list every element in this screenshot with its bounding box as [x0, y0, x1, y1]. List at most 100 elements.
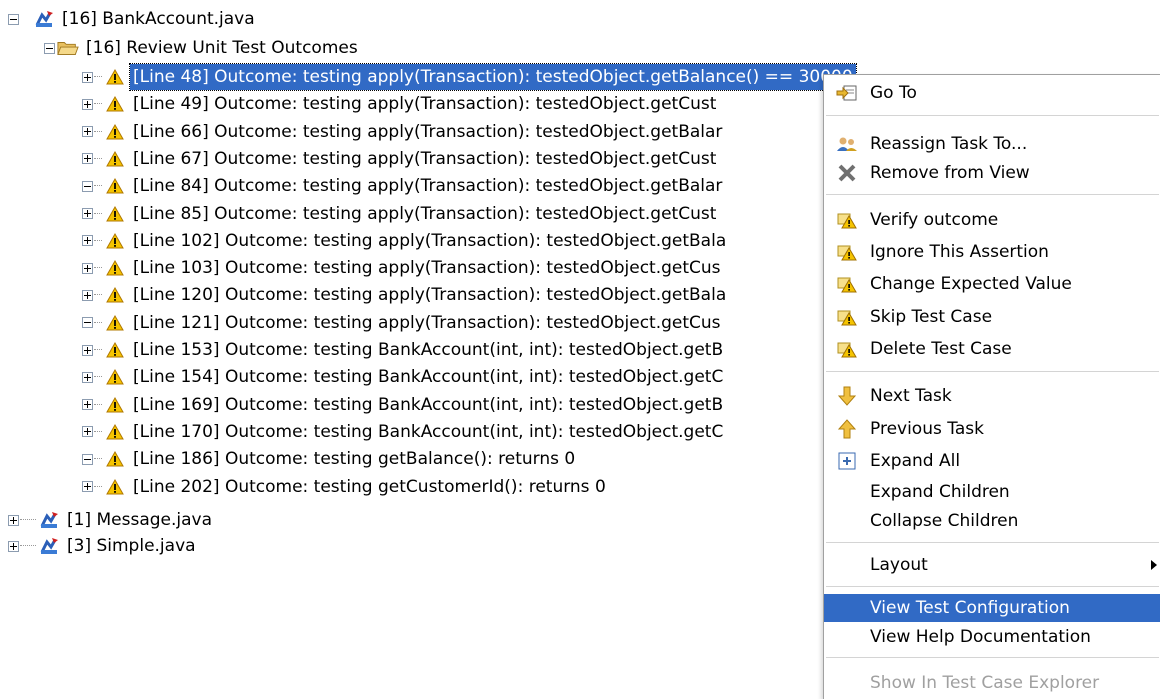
expand-toggle-icon[interactable] — [82, 98, 93, 110]
collapse-toggle-icon[interactable] — [8, 13, 19, 25]
task-item-row[interactable]: [Line 48] Outcome: testing apply(Transac… — [82, 63, 857, 91]
expand-toggle-icon[interactable] — [82, 371, 93, 383]
task-item-row[interactable]: [Line 66] Outcome: testing apply(Transac… — [82, 119, 725, 145]
task-item-row[interactable]: [Line 84] Outcome: testing apply(Transac… — [82, 173, 725, 199]
expand-toggle-icon[interactable] — [82, 399, 93, 411]
collapse-toggle-icon[interactable] — [44, 42, 55, 54]
task-item-label: [Line 202] Outcome: testing getCustomerI… — [133, 476, 606, 497]
task-item-label: [Line 121] Outcome: testing apply(Transa… — [133, 312, 721, 333]
task-item-label: [Line 153] Outcome: testing BankAccount(… — [133, 340, 724, 360]
task-item-label: [Line 84] Outcome: testing apply(Transac… — [133, 176, 723, 197]
task-item-row[interactable]: [Line 186] Outcome: testing getBalance()… — [82, 446, 578, 472]
task-item-label: [Line 102] Outcome: testing apply(Transa… — [133, 230, 727, 251]
menu-item-skip-test-case[interactable]: Skip Test Case — [824, 303, 1160, 331]
menu-item-change-expected-value[interactable]: Change Expected Value — [824, 270, 1160, 298]
tree-row-file[interactable]: [1] Message.java — [8, 507, 215, 533]
java-file-icon — [38, 510, 60, 530]
remove-icon — [836, 163, 858, 183]
expand-toggle-icon[interactable] — [82, 289, 93, 301]
warning-icon — [104, 231, 126, 251]
expand-toggle-icon[interactable] — [82, 180, 93, 192]
task-item-label: [Line 170] Outcome: testing BankAccount(… — [133, 421, 724, 442]
task-item-row[interactable]: [Line 102] Outcome: testing apply(Transa… — [82, 228, 729, 254]
menu-item-delete-test-case[interactable]: Delete Test Case — [824, 335, 1160, 363]
warning-icon — [104, 449, 126, 469]
task-item-label: [Line 169] Outcome: testing BankAccount(… — [133, 394, 724, 415]
expand-toggle-icon[interactable] — [82, 262, 93, 274]
arrow-down-icon — [836, 386, 858, 406]
warning-icon — [104, 204, 126, 224]
tree-group-label: [16] Review Unit Test Outcomes — [86, 38, 358, 58]
menu-item-go-to[interactable]: Go To — [824, 79, 1160, 107]
menu-item-view-help-documentation[interactable]: View Help Documentation — [824, 623, 1160, 651]
task-item-row[interactable]: [Line 202] Outcome: testing getCustomerI… — [82, 474, 609, 500]
menu-item-layout[interactable]: Layout — [824, 551, 1160, 579]
expand-toggle-icon[interactable] — [82, 235, 93, 247]
task-item-row[interactable]: [Line 153] Outcome: testing BankAccount(… — [82, 337, 726, 363]
delete-icon — [836, 339, 858, 359]
menu-item-reassign[interactable]: Reassign Task To... — [824, 130, 1160, 158]
menu-item-previous-task[interactable]: Previous Task — [824, 415, 1160, 443]
task-item-label: [Line 154] Outcome: testing BankAccount(… — [133, 367, 724, 388]
warning-icon — [104, 367, 126, 387]
expand-toggle-icon[interactable] — [82, 153, 93, 165]
tree-row-root[interactable]: [16] BankAccount.java — [8, 6, 258, 32]
menu-item-expand-all[interactable]: Expand All — [824, 447, 1160, 475]
expand-toggle-icon[interactable] — [82, 481, 93, 492]
task-item-label: [Line 120] Outcome: testing apply(Transa… — [133, 285, 727, 306]
task-item-label: [Line 49] Outcome: testing apply(Transac… — [133, 94, 717, 115]
task-item-label: [Line 186] Outcome: testing getBalance()… — [133, 449, 576, 470]
warning-icon — [104, 395, 126, 415]
menu-item-expand-children[interactable]: Expand Children — [824, 478, 1160, 506]
task-item-label: [Line 67] Outcome: testing apply(Transac… — [133, 148, 717, 169]
menu-item-collapse-children[interactable]: Collapse Children — [824, 507, 1160, 535]
tree-row-file[interactable]: [3] Simple.java — [8, 533, 199, 559]
task-item-row[interactable]: [Line 169] Outcome: testing BankAccount(… — [82, 392, 726, 418]
change-value-icon — [836, 274, 858, 294]
menu-item-remove-from-view[interactable]: Remove from View — [824, 159, 1160, 187]
warning-icon — [104, 340, 126, 360]
submenu-arrow-icon — [1151, 560, 1157, 570]
goto-icon — [836, 83, 858, 103]
menu-item-verify-outcome[interactable]: Verify outcome — [824, 206, 1160, 234]
menu-item-next-task[interactable]: Next Task — [824, 382, 1160, 410]
expand-toggle-icon[interactable] — [82, 208, 93, 219]
expand-toggle-icon[interactable] — [8, 540, 19, 552]
warning-icon — [104, 176, 126, 196]
task-item-label: [Line 85] Outcome: testing apply(Transac… — [133, 203, 717, 224]
warning-icon — [104, 313, 126, 333]
expand-toggle-icon[interactable] — [82, 126, 93, 138]
warning-icon — [104, 122, 126, 142]
skip-icon — [836, 307, 858, 327]
context-menu: Go To Reassign Task To... Remove from Vi… — [823, 74, 1160, 699]
expand-toggle-icon[interactable] — [82, 344, 93, 356]
task-item-row[interactable]: [Line 121] Outcome: testing apply(Transa… — [82, 310, 724, 336]
tree-row-group[interactable]: [16] Review Unit Test Outcomes — [44, 35, 361, 61]
task-item-row[interactable]: [Line 120] Outcome: testing apply(Transa… — [82, 282, 729, 308]
expand-toggle-icon[interactable] — [82, 317, 93, 329]
task-item-row[interactable]: [Line 103] Outcome: testing apply(Transa… — [82, 255, 724, 281]
expand-toggle-icon[interactable] — [82, 453, 93, 465]
expand-toggle-icon[interactable] — [8, 514, 19, 526]
expand-all-icon — [836, 451, 858, 471]
warning-icon — [104, 477, 126, 497]
task-item-label: [Line 103] Outcome: testing apply(Transa… — [133, 258, 721, 279]
task-item-row[interactable]: [Line 85] Outcome: testing apply(Transac… — [82, 201, 719, 227]
task-item-row[interactable]: [Line 67] Outcome: testing apply(Transac… — [82, 146, 719, 172]
warning-icon — [104, 94, 126, 114]
task-item-label: [Line 66] Outcome: testing apply(Transac… — [133, 121, 723, 142]
task-item-row[interactable]: [Line 49] Outcome: testing apply(Transac… — [82, 91, 719, 117]
expand-toggle-icon[interactable] — [82, 71, 93, 83]
verify-icon — [836, 210, 858, 230]
ignore-icon — [836, 242, 858, 262]
java-file-icon — [38, 536, 60, 556]
warning-icon — [104, 422, 126, 442]
warning-icon — [104, 258, 126, 278]
menu-item-ignore-assertion[interactable]: Ignore This Assertion — [824, 238, 1160, 266]
menu-item-view-test-configuration[interactable]: View Test Configuration — [824, 594, 1160, 622]
expand-toggle-icon[interactable] — [82, 426, 93, 438]
task-item-row[interactable]: [Line 154] Outcome: testing BankAccount(… — [82, 364, 726, 390]
task-item-row[interactable]: [Line 170] Outcome: testing BankAccount(… — [82, 419, 726, 445]
warning-icon — [104, 67, 126, 87]
arrow-up-icon — [836, 419, 858, 439]
